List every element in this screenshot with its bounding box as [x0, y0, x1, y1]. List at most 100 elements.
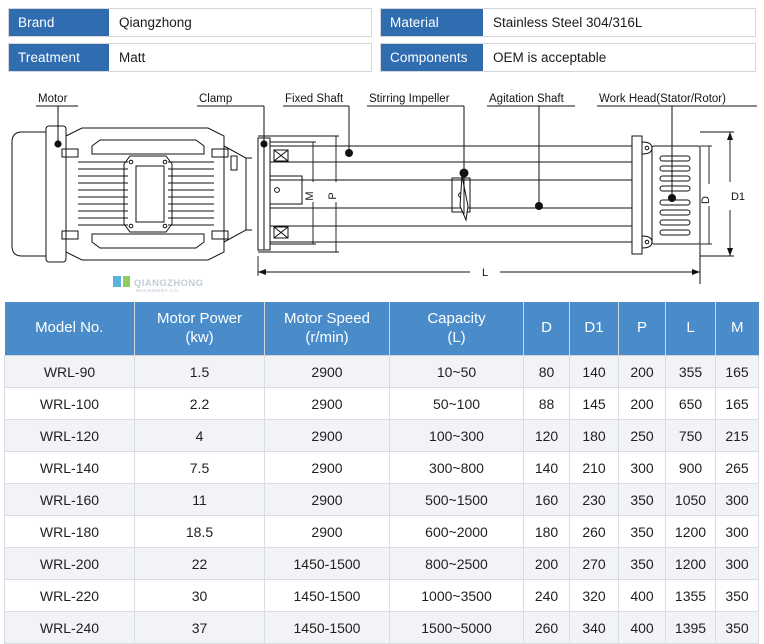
spec-label-brand: Brand — [9, 9, 109, 36]
cell-l: 1355 — [665, 579, 716, 612]
table-row: WRL-220 30 1450-1500 1000~3500 240 320 4… — [4, 579, 759, 612]
spec-box-treatment: Treatment Matt — [8, 43, 372, 72]
cell-l: 650 — [665, 387, 716, 420]
table-body: WRL-90 1.5 2900 10~50 80 140 200 355 165… — [4, 355, 759, 644]
th-model-no-line1: Model No. — [35, 319, 104, 337]
motor-assembly — [11, 125, 252, 263]
cell-d: 140 — [523, 451, 570, 484]
cell-d: 240 — [523, 579, 570, 612]
cell-d: 120 — [523, 419, 570, 452]
work-head — [631, 135, 701, 284]
cell-capacity: 300~800 — [389, 451, 524, 484]
th-capacity-line1: Capacity — [427, 310, 486, 328]
th-motor-power-line1: Motor Power — [156, 310, 243, 328]
cell-d1: 140 — [569, 355, 619, 388]
spec-value-components: OEM is acceptable — [483, 44, 755, 71]
cell-capacity: 800~2500 — [389, 547, 524, 580]
cell-l: 1200 — [665, 547, 716, 580]
spec-value-material: Stainless Steel 304/316L — [483, 9, 755, 36]
table-row: WRL-120 4 2900 100~300 120 180 250 750 2… — [4, 419, 759, 452]
cell-d: 160 — [523, 483, 570, 516]
spec-label-treatment: Treatment — [9, 44, 109, 71]
cell-p: 250 — [618, 419, 666, 452]
cell-m: 265 — [715, 451, 759, 484]
cell-speed: 1450-1500 — [264, 547, 390, 580]
cell-p: 400 — [618, 579, 666, 612]
cell-model: WRL-220 — [4, 579, 135, 612]
cell-speed: 2900 — [264, 387, 390, 420]
cell-p: 300 — [618, 451, 666, 484]
th-motor-speed: Motor Speed (r/min) — [264, 302, 390, 356]
spec-row-2: Treatment Matt Components OEM is accepta… — [8, 43, 756, 72]
dimension-p-text: P — [327, 192, 339, 199]
th-m-line1: M — [731, 319, 744, 337]
dimension-d-text: D — [700, 196, 712, 204]
cell-l: 900 — [665, 451, 716, 484]
cell-p: 200 — [618, 355, 666, 388]
cell-m: 215 — [715, 419, 759, 452]
cell-l: 355 — [665, 355, 716, 388]
callout-fixed-shaft-text: Fixed Shaft — [285, 93, 344, 105]
cell-capacity: 100~300 — [389, 419, 524, 452]
callout-motor-text: Motor — [38, 93, 68, 105]
cell-power: 2.2 — [134, 387, 265, 420]
callout-agitation-shaft-text: Agitation Shaft — [489, 93, 565, 105]
cell-p: 200 — [618, 387, 666, 420]
cell-model: WRL-90 — [4, 355, 135, 388]
cell-model: WRL-200 — [4, 547, 135, 580]
th-d-line1: D — [541, 319, 552, 337]
spec-row-1: Brand Qiangzhong Material Stainless Stee… — [8, 8, 756, 37]
cell-l: 1395 — [665, 611, 716, 644]
cell-l: 1200 — [665, 515, 716, 548]
th-l: L — [665, 302, 716, 356]
th-d: D — [523, 302, 570, 356]
spec-box-material: Material Stainless Steel 304/316L — [380, 8, 756, 37]
cell-d: 80 — [523, 355, 570, 388]
cell-power: 22 — [134, 547, 265, 580]
cell-model: WRL-120 — [4, 419, 135, 452]
cell-power: 1.5 — [134, 355, 265, 388]
table-row: WRL-160 11 2900 500~1500 160 230 350 105… — [4, 483, 759, 516]
cell-speed: 2900 — [264, 515, 390, 548]
spec-box-brand: Brand Qiangzhong — [8, 8, 372, 37]
model-specification-table: Model No. Motor Power (kw) Motor Speed (… — [4, 302, 759, 644]
dimension-m-text: M — [304, 191, 316, 200]
cell-speed: 2900 — [264, 451, 390, 484]
cell-capacity: 1500~5000 — [389, 611, 524, 644]
cell-m: 300 — [715, 515, 759, 548]
cell-power: 4 — [134, 419, 265, 452]
cell-d1: 320 — [569, 579, 619, 612]
cell-speed: 1450-1500 — [264, 611, 390, 644]
th-d1-line1: D1 — [584, 319, 604, 337]
spec-value-brand: Qiangzhong — [109, 9, 371, 36]
specification-summary: Brand Qiangzhong Material Stainless Stee… — [0, 0, 764, 82]
table-row: WRL-140 7.5 2900 300~800 140 210 300 900… — [4, 451, 759, 484]
cell-d1: 340 — [569, 611, 619, 644]
cell-p: 400 — [618, 611, 666, 644]
table-row: WRL-240 37 1450-1500 1500~5000 260 340 4… — [4, 611, 759, 644]
cell-p: 350 — [618, 547, 666, 580]
cell-power: 18.5 — [134, 515, 265, 548]
th-p: P — [618, 302, 666, 356]
dimension-l-text: L — [482, 267, 488, 279]
shaft-barrel — [269, 145, 633, 243]
table-row: WRL-100 2.2 2900 50~100 88 145 200 650 1… — [4, 387, 759, 420]
cell-capacity: 600~2000 — [389, 515, 524, 548]
cell-speed: 2900 — [264, 483, 390, 516]
th-capacity-line2: (L) — [447, 328, 466, 346]
stirring-impeller — [451, 168, 471, 222]
cell-capacity: 50~100 — [389, 387, 524, 420]
th-motor-power-line2: (kw) — [185, 328, 214, 346]
cell-speed: 2900 — [264, 419, 390, 452]
cell-p: 350 — [618, 483, 666, 516]
model-specification-table-wrapper: Model No. Motor Power (kw) Motor Speed (… — [4, 302, 759, 644]
callout-group: Motor Clamp Fixed Shaft Stirring Impelle… — [36, 93, 757, 206]
cell-d1: 180 — [569, 419, 619, 452]
watermark-logo: QIANGZHONG MACHINERY CO. — [113, 276, 203, 293]
cell-d: 260 — [523, 611, 570, 644]
cell-m: 300 — [715, 547, 759, 580]
cell-d1: 145 — [569, 387, 619, 420]
spec-label-components: Components — [381, 44, 483, 71]
spec-label-material: Material — [381, 9, 483, 36]
cell-m: 165 — [715, 387, 759, 420]
